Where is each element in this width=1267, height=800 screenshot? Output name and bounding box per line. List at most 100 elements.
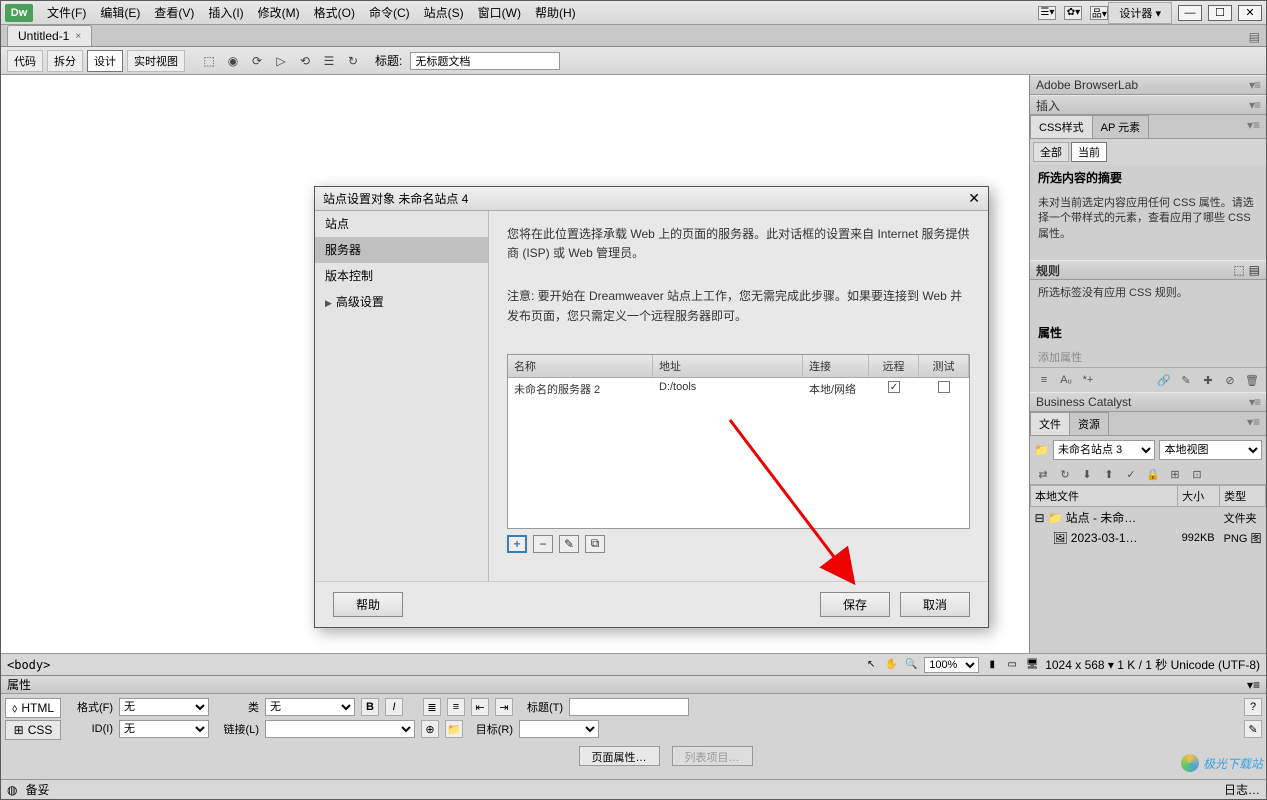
col-name[interactable]: 名称 bbox=[508, 355, 653, 377]
edit-server-button[interactable]: ✎ bbox=[559, 535, 579, 553]
tag-selector[interactable]: <body> bbox=[7, 658, 50, 672]
put-icon[interactable]: ⬆ bbox=[1100, 466, 1118, 482]
checkout-icon[interactable]: ✓ bbox=[1122, 466, 1140, 482]
server-row[interactable]: 未命名的服务器 2 D:/tools 本地/网络 ✓ bbox=[508, 378, 969, 400]
panel-grip-icon[interactable]: ▾≡ bbox=[1241, 412, 1266, 435]
ul-icon[interactable]: ≣ bbox=[423, 698, 441, 716]
menu-format[interactable]: 格式(O) bbox=[308, 2, 361, 23]
servers-body[interactable]: 未命名的服务器 2 D:/tools 本地/网络 ✓ bbox=[508, 378, 969, 528]
workspace-switcher[interactable]: 设计器 ▾ bbox=[1108, 2, 1172, 24]
live-code-icon[interactable]: ⬚ bbox=[199, 52, 219, 70]
edit-rule-icon[interactable]: ✚ bbox=[1200, 372, 1216, 388]
save-button[interactable]: 保存 bbox=[820, 592, 890, 617]
layout-icon[interactable]: ☰▾ bbox=[1038, 6, 1056, 20]
panel-grip-icon[interactable]: ▾≡ bbox=[1241, 115, 1266, 138]
tab-files[interactable]: 文件 bbox=[1030, 412, 1070, 435]
server-test-check[interactable] bbox=[919, 378, 969, 400]
refresh-icon[interactable]: ⟲ bbox=[295, 52, 315, 70]
outdent-icon[interactable]: ⇤ bbox=[471, 698, 489, 716]
props-html-button[interactable]: ⬨HTML bbox=[5, 698, 61, 718]
menu-help[interactable]: 帮助(H) bbox=[529, 2, 582, 23]
remove-server-button[interactable]: − bbox=[533, 535, 553, 553]
view-select[interactable]: 本地视图 bbox=[1159, 440, 1262, 460]
help-icon[interactable]: ? bbox=[1244, 698, 1262, 716]
inspect-icon[interactable]: ◉ bbox=[223, 52, 243, 70]
col-type[interactable]: 类型 bbox=[1220, 486, 1266, 507]
sync-icon[interactable]: ⊞ bbox=[1166, 466, 1184, 482]
properties-header[interactable]: 属性▾≡ bbox=[1, 676, 1266, 694]
panel-grip-icon[interactable]: ▾≡ bbox=[1249, 98, 1260, 112]
panel-grip-icon[interactable]: ▾≡ bbox=[1247, 678, 1260, 692]
bold-button[interactable]: B bbox=[361, 698, 379, 716]
side-site[interactable]: 站点 bbox=[315, 211, 488, 237]
rules-icon[interactable]: ▤ bbox=[1249, 263, 1260, 277]
live-view-button[interactable]: 实时视图 bbox=[127, 50, 185, 72]
document-tab[interactable]: Untitled-1 × bbox=[7, 25, 92, 46]
refresh-files-icon[interactable]: ↻ bbox=[1056, 466, 1074, 482]
css-current-button[interactable]: 当前 bbox=[1071, 142, 1107, 162]
class-select[interactable]: 无 bbox=[265, 698, 355, 716]
split-view-button[interactable]: 拆分 bbox=[47, 50, 83, 72]
file-row[interactable]: ⊟ 📁 站点 - 未命… 文件夹 bbox=[1031, 507, 1266, 529]
visual-aids-icon[interactable]: ↻ bbox=[343, 52, 363, 70]
new-rule-icon[interactable]: ✎ bbox=[1178, 372, 1194, 388]
duplicate-server-button[interactable]: ⧉ bbox=[585, 535, 605, 553]
id-select[interactable]: 无 bbox=[119, 720, 209, 738]
props-css-button[interactable]: ⊞CSS bbox=[5, 720, 61, 740]
status-dims[interactable]: 1024 x 568 ▾ 1 K / 1 秒 Unicode (UTF-8) bbox=[1045, 656, 1260, 673]
menu-insert[interactable]: 插入(I) bbox=[202, 2, 249, 23]
tab-ap[interactable]: AP 元素 bbox=[1092, 115, 1150, 138]
site-select[interactable]: 未命名站点 3 bbox=[1053, 440, 1156, 460]
server-icon[interactable]: ⟳ bbox=[247, 52, 267, 70]
italic-button[interactable]: I bbox=[385, 698, 403, 716]
menu-edit[interactable]: 编辑(E) bbox=[94, 2, 146, 23]
panel-browserlab[interactable]: Adobe BrowserLab▾≡ bbox=[1030, 75, 1266, 95]
log-link[interactable]: 日志… bbox=[1224, 781, 1260, 798]
ol-icon[interactable]: ≡ bbox=[447, 698, 465, 716]
menu-view[interactable]: 查看(V) bbox=[148, 2, 200, 23]
document-menu-icon[interactable]: ▤ bbox=[1243, 28, 1266, 46]
tree-toggle-icon[interactable]: ⊟ bbox=[1035, 511, 1045, 525]
add-property[interactable]: 添加属性 bbox=[1030, 345, 1266, 367]
extend-icon[interactable]: ✿▾ bbox=[1064, 6, 1082, 20]
col-remote[interactable]: 远程 bbox=[869, 355, 919, 377]
delete-icon[interactable]: 🗑 bbox=[1244, 372, 1260, 388]
help-button[interactable]: 帮助 bbox=[333, 592, 403, 617]
side-version[interactable]: 版本控制 bbox=[315, 263, 488, 289]
zoom-icon[interactable]: 🔍 bbox=[904, 658, 918, 672]
design-view-button[interactable]: 设计 bbox=[87, 50, 123, 72]
options-icon[interactable]: ☰ bbox=[319, 52, 339, 70]
panel-bc[interactable]: Business Catalyst▾≡ bbox=[1030, 392, 1266, 412]
desktop-icon[interactable]: 🖥 bbox=[1025, 658, 1039, 672]
indent-icon[interactable]: ⇥ bbox=[495, 698, 513, 716]
code-view-button[interactable]: 代码 bbox=[7, 50, 43, 72]
add-server-button[interactable]: + bbox=[507, 535, 527, 553]
cancel-button[interactable]: 取消 bbox=[900, 592, 970, 617]
col-file[interactable]: 本地文件 bbox=[1031, 486, 1178, 507]
preview-icon[interactable]: ▷ bbox=[271, 52, 291, 70]
col-address[interactable]: 地址 bbox=[653, 355, 803, 377]
menu-file[interactable]: 文件(F) bbox=[41, 2, 92, 23]
menu-modify[interactable]: 修改(M) bbox=[252, 2, 306, 23]
quick-tag-icon[interactable]: ✎ bbox=[1244, 720, 1262, 738]
close-tab-icon[interactable]: × bbox=[75, 31, 81, 42]
site-icon[interactable]: 品▾ bbox=[1090, 6, 1108, 20]
close-button[interactable]: ✕ bbox=[1238, 5, 1262, 21]
server-remote-check[interactable]: ✓ bbox=[869, 378, 919, 400]
panel-grip-icon[interactable]: ▾≡ bbox=[1249, 395, 1260, 409]
checkin-icon[interactable]: 🔒 bbox=[1144, 466, 1162, 482]
panel-insert[interactable]: 插入▾≡ bbox=[1030, 95, 1266, 115]
pointer-icon[interactable]: ↖ bbox=[864, 658, 878, 672]
show-category-icon[interactable]: ≡ bbox=[1036, 372, 1052, 388]
col-size[interactable]: 大小 bbox=[1178, 486, 1220, 507]
point-to-file-icon[interactable]: ⊕ bbox=[421, 720, 439, 738]
col-connection[interactable]: 连接 bbox=[803, 355, 869, 377]
format-select[interactable]: 无 bbox=[119, 698, 209, 716]
css-all-button[interactable]: 全部 bbox=[1033, 142, 1069, 162]
target-select[interactable] bbox=[519, 720, 599, 738]
browse-icon[interactable]: 📁 bbox=[445, 720, 463, 738]
connect-icon[interactable]: ⇄ bbox=[1034, 466, 1052, 482]
disable-icon[interactable]: ⊘ bbox=[1222, 372, 1238, 388]
menu-commands[interactable]: 命令(C) bbox=[363, 2, 416, 23]
side-advanced[interactable]: 高级设置 bbox=[315, 289, 488, 315]
